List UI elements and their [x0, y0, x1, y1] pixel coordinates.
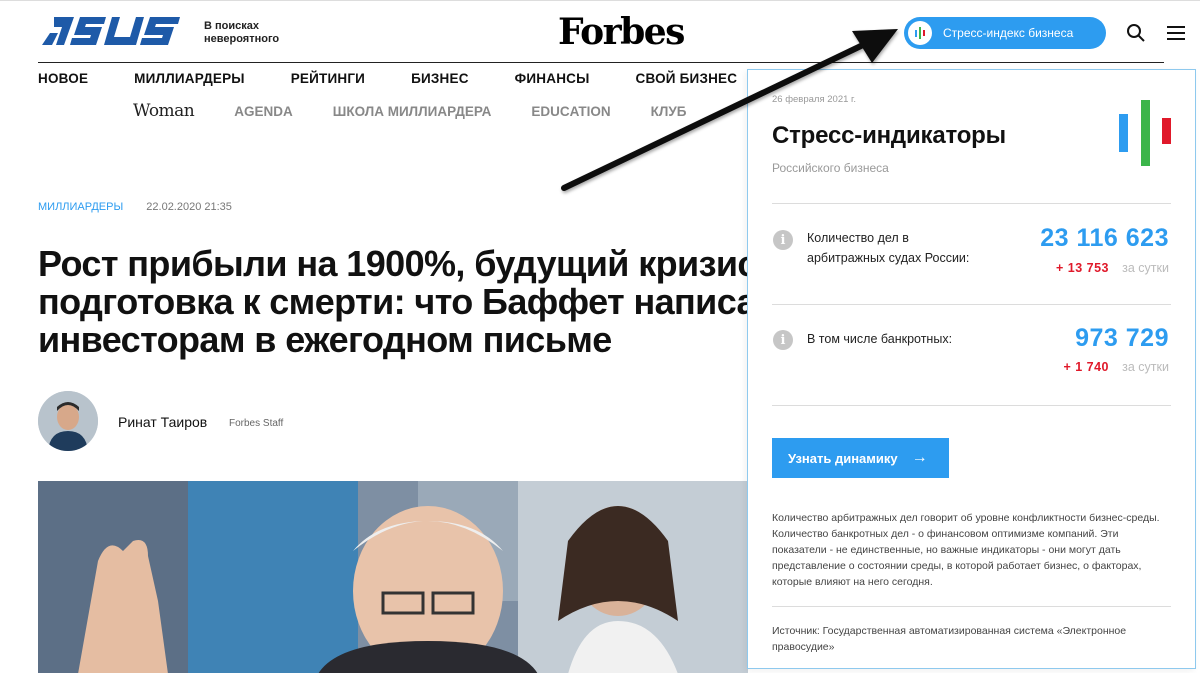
- popup-source: Источник: Государственная автоматизирова…: [772, 625, 1127, 653]
- stat-label-cases-line2: арбитражных судах России:: [807, 251, 970, 265]
- page: В поисках невероятного Forbes Стресс-инд…: [0, 0, 1200, 673]
- popup-divider: [772, 304, 1171, 305]
- indicator-bars-icon: [1119, 100, 1171, 166]
- stat-unit-bankrupt: за сутки: [1122, 360, 1169, 374]
- article-title: Рост прибыли на 1900%, будущий кризис и …: [38, 243, 788, 360]
- popup-divider: [772, 405, 1171, 406]
- stat-delta-bankrupt: + 1 740: [1063, 360, 1109, 374]
- nav-item-billionaires[interactable]: МИЛЛИАРДЕРЫ: [134, 71, 245, 89]
- asus-tagline-line1: В поисках: [204, 20, 259, 32]
- main-nav: НОВОЕ МИЛЛИАРДЕРЫ РЕЙТИНГИ БИЗНЕС ФИНАНС…: [38, 71, 783, 89]
- stress-indicators-popup: 26 февраля 2021 г. Стресс-индикаторы Рос…: [747, 69, 1196, 669]
- nav-item-club[interactable]: КЛУБ: [651, 104, 687, 119]
- stat-unit-cases: за сутки: [1122, 261, 1169, 275]
- article-date: 22.02.2020 21:35: [146, 201, 232, 213]
- popup-description: Количество арбитражных дел говорит об ур…: [772, 512, 1160, 588]
- nav-item-billionaire-school[interactable]: ШКОЛА МИЛЛИАРДЕРА: [333, 104, 492, 119]
- hamburger-menu-icon[interactable]: [1166, 25, 1186, 41]
- article-category-link[interactable]: МИЛЛИАРДЕРЫ: [38, 201, 123, 213]
- stress-bars-icon: [908, 21, 932, 45]
- header-divider: [38, 62, 1164, 63]
- stat-value-bankrupt: 973 729: [1075, 324, 1169, 352]
- info-icon[interactable]: i: [773, 230, 793, 250]
- popup-subtitle: Российского бизнеса: [772, 161, 889, 175]
- article-meta: МИЛЛИАРДЕРЫ 22.02.2020 21:35: [38, 201, 232, 213]
- stress-index-button-label: Стресс-индекс бизнеса: [943, 26, 1074, 40]
- nav-item-business[interactable]: БИЗНЕС: [411, 71, 469, 89]
- author-avatar[interactable]: [38, 391, 98, 451]
- info-icon[interactable]: i: [773, 330, 793, 350]
- stat-delta-cases: + 13 753: [1055, 261, 1109, 275]
- learn-dynamics-button-label: Узнать динамику: [788, 450, 898, 466]
- popup-date: 26 февраля 2021 г.: [772, 94, 856, 105]
- nav-item-agenda[interactable]: AGENDA: [234, 104, 293, 119]
- stress-index-button[interactable]: Стресс-индекс бизнеса: [904, 17, 1106, 49]
- nav-item-finance[interactable]: ФИНАНСЫ: [515, 71, 590, 89]
- learn-dynamics-button[interactable]: Узнать динамику →: [772, 438, 949, 478]
- arrow-right-icon: →: [911, 449, 928, 466]
- search-icon[interactable]: [1126, 23, 1146, 43]
- nav-item-own-business[interactable]: СВОЙ БИЗНЕС: [636, 71, 738, 89]
- asus-tagline: В поисках невероятного: [204, 20, 279, 46]
- asus-logo[interactable]: [40, 15, 182, 47]
- nav-item-new[interactable]: НОВОЕ: [38, 71, 88, 89]
- stat-label-cases-line1: Количество дел в: [807, 231, 909, 245]
- stat-value-cases: 23 116 623: [1040, 224, 1169, 252]
- author-name[interactable]: Ринат Таиров: [118, 414, 207, 430]
- stat-label-cases: Количество дел в арбитражных судах Росси…: [807, 228, 969, 268]
- author-role: Forbes Staff: [229, 418, 284, 429]
- article-photo: [38, 481, 748, 673]
- popup-divider: [772, 203, 1171, 204]
- asus-tagline-line2: невероятного: [204, 33, 280, 45]
- popup-title: Стресс-индикаторы: [772, 122, 1006, 149]
- forbes-logo[interactable]: Forbes: [558, 11, 685, 53]
- nav-item-woman[interactable]: Woman: [133, 101, 195, 121]
- stat-label-bankrupt-line1: В том числе банкротных:: [807, 332, 953, 346]
- sub-nav: Woman AGENDA ШКОЛА МИЛЛИАРДЕРА EDUCATION…: [133, 101, 727, 121]
- nav-item-ratings[interactable]: РЕЙТИНГИ: [291, 71, 365, 89]
- stat-label-bankrupt: В том числе банкротных:: [807, 329, 952, 349]
- nav-item-education[interactable]: EDUCATION: [531, 104, 610, 119]
- popup-divider: [772, 606, 1171, 607]
